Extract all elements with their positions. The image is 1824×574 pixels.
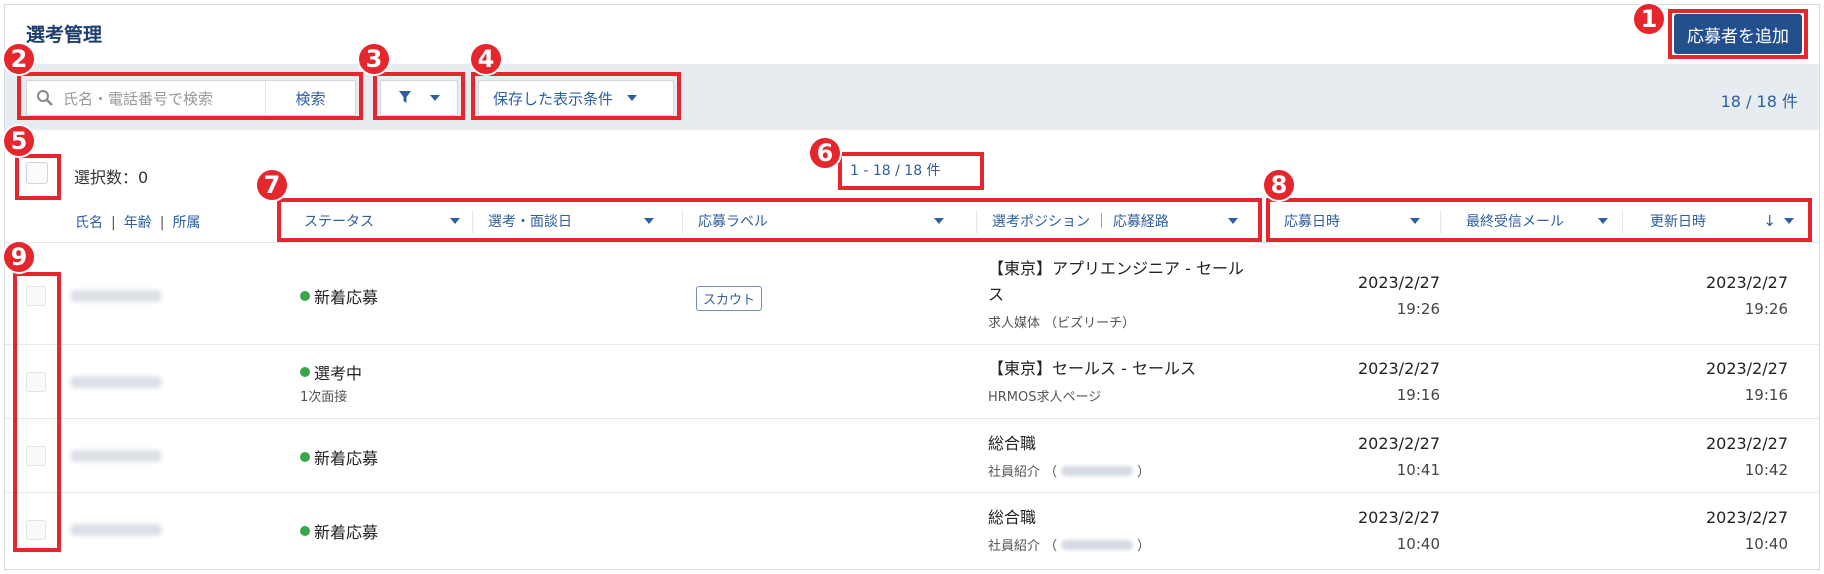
redacted-name[interactable]	[70, 290, 162, 302]
applied-at-cell: 2023/2/27 10:41	[1340, 431, 1440, 483]
application-source: HRMOS求人ページ	[988, 390, 1102, 405]
selection-count: 選択数：0	[74, 168, 149, 187]
redacted-referrer	[1061, 539, 1134, 550]
status-text: 新着応募	[314, 449, 379, 468]
application-source: 社員紹介 （ ）	[988, 535, 1150, 554]
annotation-box-4	[471, 72, 681, 120]
status-dot-icon	[300, 452, 310, 462]
annotation-badge-7: 7	[255, 168, 289, 202]
application-source: 社員紹介 （ ）	[988, 461, 1150, 480]
annotation-badge-5: 5	[2, 124, 36, 158]
applied-at-cell: 2023/2/27 19:16	[1340, 356, 1440, 408]
status-dot-icon	[300, 526, 310, 536]
source-suffix: ）	[1137, 465, 1151, 480]
status-text: 新着応募	[314, 288, 379, 307]
applied-time: 10:40	[1396, 535, 1440, 553]
position-title[interactable]: 総合職	[988, 505, 1258, 531]
annotation-box-8	[1266, 198, 1812, 242]
updated-at-cell: 2023/2/27 10:42	[1688, 431, 1788, 483]
applied-date: 2023/2/27	[1357, 273, 1440, 292]
status-cell: 新着応募	[300, 519, 378, 543]
annotation-badge-2: 2	[2, 42, 36, 76]
position-title[interactable]: 【東京】セールス - セールス	[988, 356, 1258, 382]
updated-time: 19:16	[1744, 386, 1788, 404]
applied-date: 2023/2/27	[1357, 359, 1440, 378]
source-suffix: ）	[1137, 539, 1151, 554]
annotation-badge-8: 8	[1262, 168, 1296, 202]
annotation-badge-1: 1	[1632, 2, 1666, 36]
annotation-badge-3: 3	[357, 42, 391, 76]
row-divider	[5, 344, 1819, 345]
status-dot-icon	[300, 367, 310, 377]
application-source: 求人媒体 （ビズリーチ）	[988, 316, 1136, 331]
sort-affiliation-link[interactable]: 所属	[172, 215, 200, 231]
updated-time: 10:40	[1744, 535, 1788, 553]
status-text: 選考中	[314, 364, 363, 383]
status-text: 新着応募	[314, 523, 379, 542]
status-step: 1次面接	[300, 390, 348, 405]
annotation-box-9	[13, 272, 61, 552]
annotation-box-3	[373, 72, 465, 120]
sort-name-link[interactable]: 氏名	[75, 215, 103, 231]
applied-date: 2023/2/27	[1357, 508, 1440, 527]
source-prefix: 社員紹介 （	[988, 539, 1058, 554]
source-prefix: 社員紹介 （	[988, 465, 1058, 480]
annotation-badge-9: 9	[2, 240, 36, 274]
page-title: 選考管理	[26, 24, 103, 46]
status-cell: 新着応募	[300, 445, 378, 469]
annotation-badge-6: 6	[808, 136, 842, 170]
updated-time: 19:26	[1744, 300, 1788, 318]
updated-at-cell: 2023/2/27 19:16	[1688, 356, 1788, 408]
header-divider	[5, 242, 1819, 243]
row-divider	[5, 492, 1819, 493]
updated-time: 10:42	[1744, 461, 1788, 479]
redacted-referrer	[1061, 465, 1134, 476]
label-tag: スカウト	[696, 286, 763, 311]
applied-date: 2023/2/27	[1357, 434, 1440, 453]
status-dot-icon	[300, 291, 310, 301]
status-cell: 選考中	[300, 360, 362, 384]
applied-at-cell: 2023/2/27 19:26	[1340, 270, 1440, 322]
updated-date: 2023/2/27	[1705, 434, 1788, 453]
updated-date: 2023/2/27	[1705, 359, 1788, 378]
total-count: 18 / 18 件	[1720, 92, 1798, 111]
position-title[interactable]: 【東京】アプリエンジニア - セールス	[988, 256, 1258, 308]
row-divider	[5, 418, 1819, 419]
annotation-box-5	[15, 154, 61, 200]
redacted-name[interactable]	[70, 524, 162, 536]
updated-at-cell: 2023/2/27 10:40	[1688, 505, 1788, 557]
redacted-name[interactable]	[70, 450, 162, 462]
annotation-box-7	[277, 198, 1262, 242]
annotation-badge-4: 4	[469, 42, 503, 76]
redacted-name[interactable]	[70, 376, 162, 388]
sort-age-link[interactable]: 年齢	[124, 215, 152, 231]
applied-at-cell: 2023/2/27 10:40	[1340, 505, 1440, 557]
annotation-box-2	[17, 72, 363, 120]
updated-date: 2023/2/27	[1705, 273, 1788, 292]
annotation-box-1	[1668, 9, 1808, 59]
updated-date: 2023/2/27	[1705, 508, 1788, 527]
status-cell: 新着応募	[300, 284, 378, 308]
position-title[interactable]: 総合職	[988, 431, 1258, 457]
annotation-box-6	[838, 152, 984, 190]
applied-time: 19:16	[1396, 386, 1440, 404]
updated-at-cell: 2023/2/27 19:26	[1688, 270, 1788, 322]
name-subcolumns: 氏名 | 年齢 | 所属	[75, 215, 201, 231]
applied-time: 19:26	[1396, 300, 1440, 318]
applied-time: 10:41	[1396, 461, 1440, 479]
